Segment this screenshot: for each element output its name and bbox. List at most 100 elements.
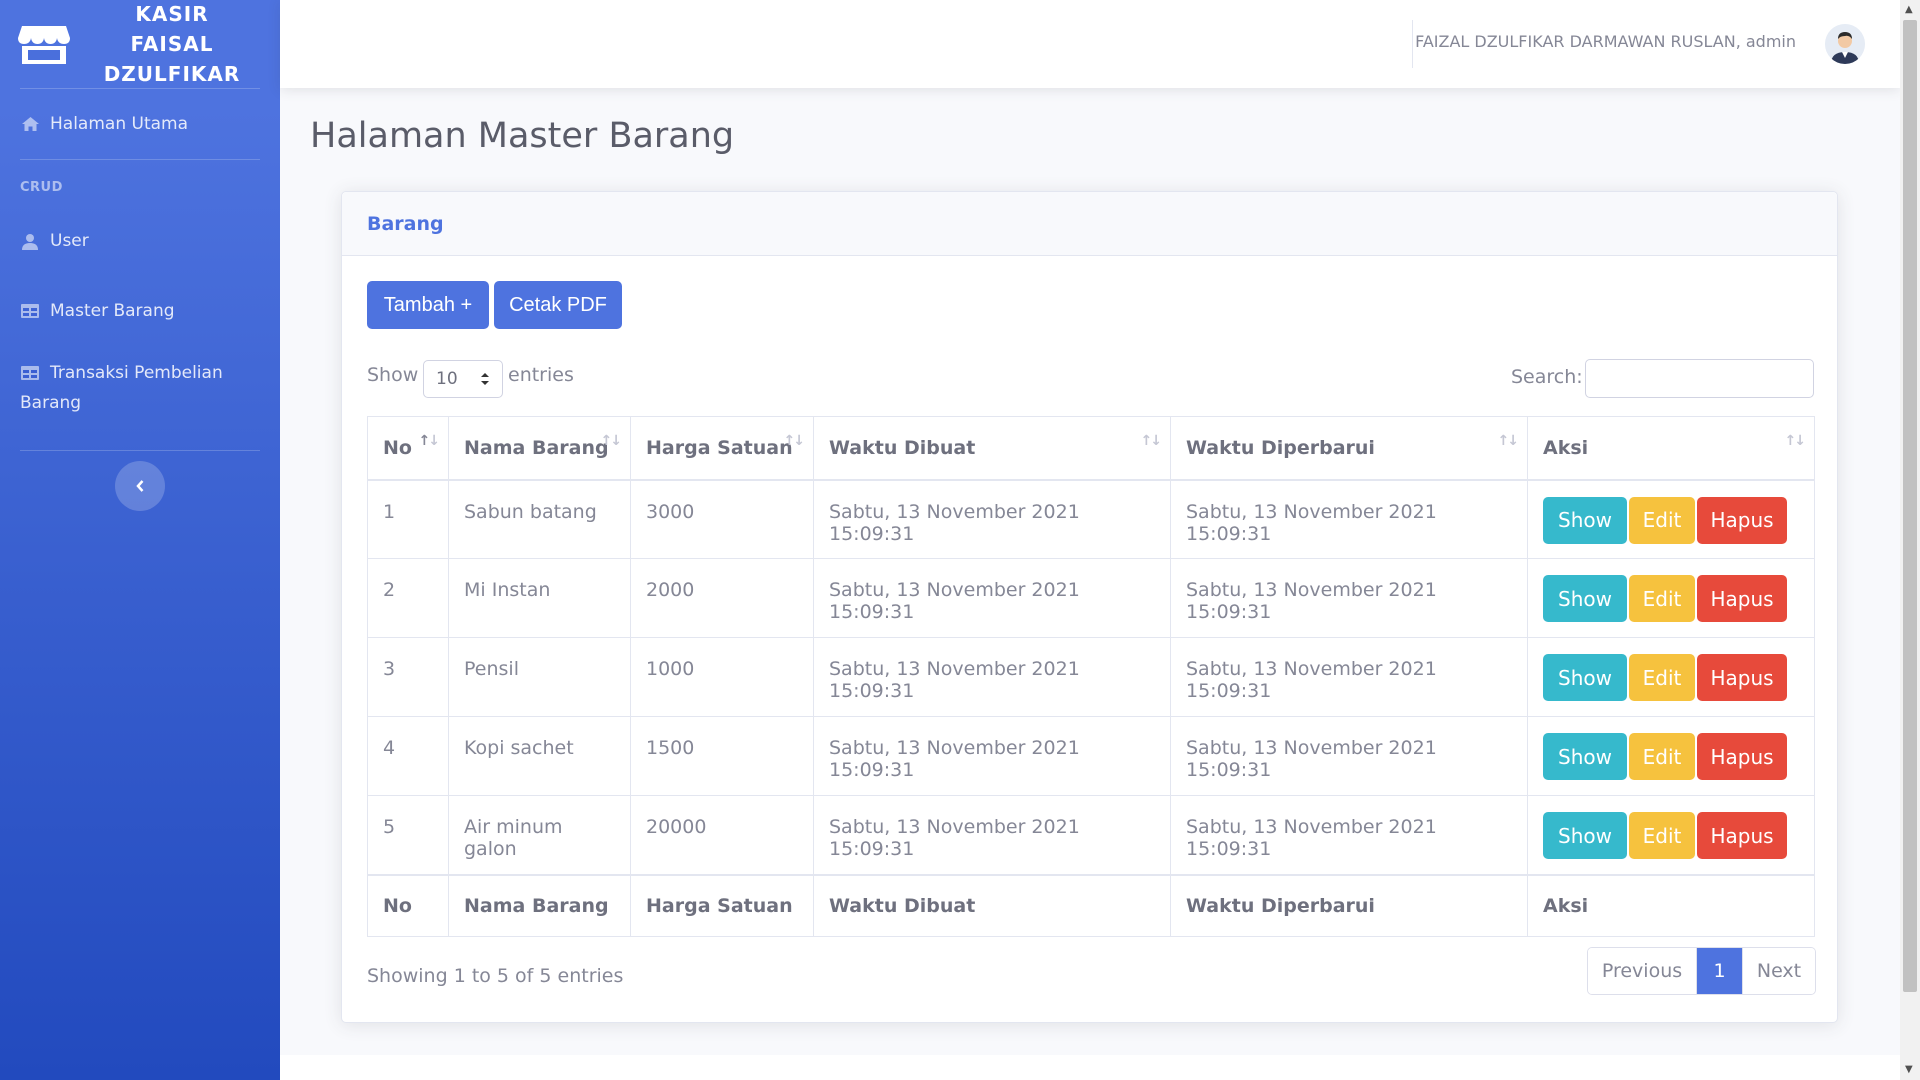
- table-row: 2 Mi Instan 2000 Sabtu, 13 November 2021…: [367, 558, 1815, 638]
- pagination: Previous 1 Next: [1587, 947, 1816, 995]
- sidebar-toggle-button[interactable]: [115, 461, 165, 511]
- delete-button[interactable]: Hapus: [1697, 496, 1787, 544]
- sidebar-item-master-barang[interactable]: Master Barang: [0, 276, 280, 346]
- avatar[interactable]: [1825, 24, 1865, 64]
- cell-diperbarui: Sabtu, 13 November 2021 15:09:31: [1170, 479, 1528, 559]
- show-button[interactable]: Show: [1543, 496, 1627, 544]
- show-button[interactable]: Show: [1543, 575, 1627, 622]
- entries-select[interactable]: 10: [423, 360, 503, 398]
- sidebar-brand[interactable]: KASIR FAISAL DZULFIKAR: [0, 0, 280, 88]
- user-name[interactable]: FAIZAL DZULFIKAR DARMAWAN RUSLAN, admin: [1415, 32, 1796, 51]
- cell-no: 2: [367, 558, 449, 638]
- delete-button[interactable]: Hapus: [1697, 733, 1787, 780]
- topbar-divider: [1412, 20, 1413, 68]
- delete-button[interactable]: Hapus: [1697, 812, 1787, 859]
- previous-page-button[interactable]: Previous: [1588, 948, 1697, 994]
- table-info: Showing 1 to 5 of 5 entries: [367, 965, 624, 987]
- table-row: 5 Air minum galon 20000 Sabtu, 13 Novemb…: [367, 795, 1815, 875]
- cell-no: 3: [367, 637, 449, 717]
- card-header: Barang: [342, 192, 1837, 256]
- sidebar-item-transaksi-pembelian[interactable]: Transaksi Pembelian Barang: [0, 346, 280, 450]
- cell-harga: 1000: [630, 637, 814, 717]
- scroll-thumb[interactable]: [1903, 20, 1917, 992]
- footer-harga-satuan: Harga Satuan: [630, 873, 814, 937]
- select-arrows-icon: [481, 373, 489, 385]
- cell-harga: 1500: [630, 716, 814, 796]
- sidebar-item-user[interactable]: User: [0, 206, 280, 276]
- table-footer-row: No Nama Barang Harga Satuan Waktu Dibuat…: [367, 873, 1815, 937]
- edit-button[interactable]: Edit: [1629, 733, 1695, 780]
- sidebar-divider: [20, 450, 260, 451]
- cell-diperbarui: Sabtu, 13 November 2021 15:09:31: [1170, 637, 1528, 717]
- cell-aksi: Show Edit Hapus: [1527, 558, 1815, 638]
- print-pdf-button[interactable]: Cetak PDF: [494, 281, 622, 329]
- column-header-aksi[interactable]: Aksi ↑↓: [1527, 416, 1815, 481]
- entries-select-value: 10: [436, 369, 458, 389]
- delete-button[interactable]: Hapus: [1697, 654, 1787, 701]
- cell-aksi: Show Edit Hapus: [1527, 479, 1815, 559]
- footer: [280, 1055, 1900, 1080]
- cell-no: 1: [367, 479, 449, 559]
- sidebar-item-label: Transaksi Pembelian Barang: [20, 363, 223, 413]
- show-button[interactable]: Show: [1543, 654, 1627, 701]
- column-header-no[interactable]: No ↑↓: [367, 416, 449, 481]
- footer-aksi: Aksi: [1527, 873, 1815, 937]
- cell-dibuat: Sabtu, 13 November 2021 15:09:31: [813, 795, 1171, 875]
- table-icon: [20, 296, 40, 326]
- column-header-nama-barang[interactable]: Nama Barang ↑↓: [448, 416, 631, 481]
- cell-no: 5: [367, 795, 449, 875]
- cell-diperbarui: Sabtu, 13 November 2021 15:09:31: [1170, 558, 1528, 638]
- page-scrollbar[interactable]: ▲ ▼: [1900, 0, 1920, 1080]
- sort-icon: ↑↓: [1140, 433, 1163, 449]
- next-page-button[interactable]: Next: [1742, 948, 1815, 994]
- sort-icon: ↑↓: [783, 433, 806, 449]
- search-input[interactable]: [1585, 359, 1814, 398]
- scroll-down-icon[interactable]: ▼: [1905, 1064, 1913, 1075]
- scroll-up-icon[interactable]: ▲: [1905, 4, 1913, 15]
- table-row: 1 Sabun batang 3000 Sabtu, 13 November 2…: [367, 479, 1815, 559]
- cell-nama: Kopi sachet: [448, 716, 631, 796]
- sort-icon: ↑↓: [600, 433, 623, 449]
- column-header-waktu-dibuat[interactable]: Waktu Dibuat ↑↓: [813, 416, 1171, 481]
- edit-button[interactable]: Edit: [1629, 575, 1695, 622]
- chevron-left-icon: [136, 480, 144, 492]
- cell-dibuat: Sabtu, 13 November 2021 15:09:31: [813, 558, 1171, 638]
- footer-waktu-diperbarui: Waktu Diperbarui: [1170, 873, 1528, 937]
- page-title: Halaman Master Barang: [310, 116, 735, 156]
- edit-button[interactable]: Edit: [1629, 812, 1695, 859]
- edit-button[interactable]: Edit: [1629, 654, 1695, 701]
- show-button[interactable]: Show: [1543, 812, 1627, 859]
- sidebar: KASIR FAISAL DZULFIKAR Halaman Utama CRU…: [0, 0, 280, 1080]
- cell-no: 4: [367, 716, 449, 796]
- sidebar-heading: CRUD: [20, 180, 63, 195]
- cell-diperbarui: Sabtu, 13 November 2021 15:09:31: [1170, 795, 1528, 875]
- store-icon: [18, 26, 70, 64]
- data-card: Barang Tambah + Cetak PDF Show 10 entrie…: [341, 191, 1838, 1023]
- data-table: No ↑↓ Nama Barang ↑↓ Harga Satuan ↑↓ Waktu …: [367, 416, 1815, 937]
- sidebar-item-halaman-utama[interactable]: Halaman Utama: [0, 89, 280, 159]
- cell-harga: 3000: [630, 479, 814, 559]
- cell-nama: Sabun batang: [448, 479, 631, 559]
- column-header-waktu-diperbarui[interactable]: Waktu Diperbarui ↑↓: [1170, 416, 1528, 481]
- cell-aksi: Show Edit Hapus: [1527, 795, 1815, 875]
- cell-aksi: Show Edit Hapus: [1527, 637, 1815, 717]
- sort-icon: ↑↓: [1784, 433, 1807, 449]
- home-icon: [20, 109, 40, 139]
- cell-harga: 2000: [630, 558, 814, 638]
- footer-no: No: [367, 873, 449, 937]
- table-row: 3 Pensil 1000 Sabtu, 13 November 2021 15…: [367, 637, 1815, 717]
- page-1-button[interactable]: 1: [1697, 948, 1742, 994]
- sidebar-item-label: User: [50, 231, 89, 251]
- delete-button[interactable]: Hapus: [1697, 575, 1787, 622]
- table-header-row: No ↑↓ Nama Barang ↑↓ Harga Satuan ↑↓ Waktu …: [367, 416, 1815, 481]
- column-header-harga-satuan[interactable]: Harga Satuan ↑↓: [630, 416, 814, 481]
- user-icon: [20, 226, 40, 256]
- cell-nama: Air minum galon: [448, 795, 631, 875]
- cell-nama: Mi Instan: [448, 558, 631, 638]
- sidebar-item-label: Master Barang: [50, 301, 175, 321]
- topbar: FAIZAL DZULFIKAR DARMAWAN RUSLAN, admin: [280, 0, 1900, 88]
- edit-button[interactable]: Edit: [1629, 496, 1695, 544]
- add-button[interactable]: Tambah +: [367, 281, 489, 329]
- show-button[interactable]: Show: [1543, 733, 1627, 780]
- brand-title: KASIR FAISAL DZULFIKAR: [103, 2, 241, 86]
